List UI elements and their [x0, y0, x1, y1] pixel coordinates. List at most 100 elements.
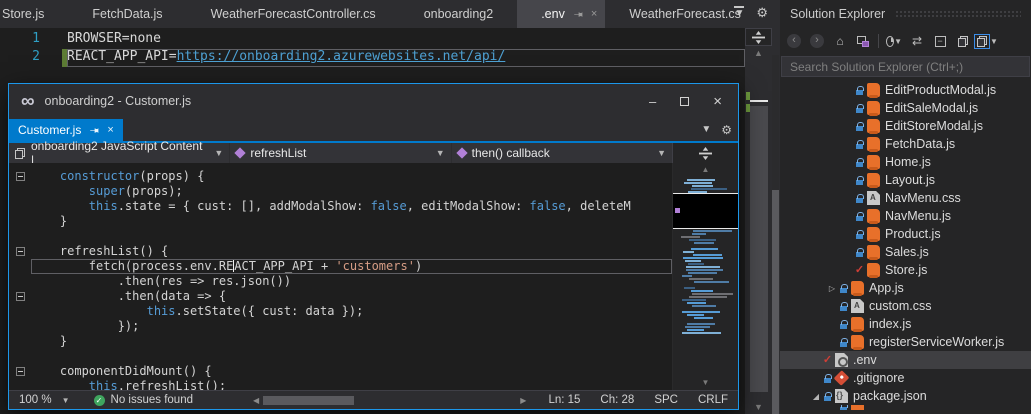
code-line[interactable]: } [9, 214, 672, 229]
panel-title-bar[interactable]: Solution Explorer [780, 0, 1031, 28]
code-line[interactable]: .then(data => { [9, 289, 672, 304]
tab-fetchdata-js[interactable]: FetchData.js [68, 0, 186, 28]
tree-item-app-js[interactable]: ▷ App.js [780, 279, 1031, 297]
expander-expanded-icon[interactable]: ◢ [810, 392, 822, 401]
tree-item-navmenu-js[interactable]: NavMenu.js [780, 207, 1031, 225]
forward-icon[interactable]: › [809, 33, 825, 49]
tree-item-package-json[interactable]: ◢ package.json [780, 387, 1031, 405]
split-window-handle[interactable] [745, 28, 772, 46]
preview-selected-items-icon[interactable]: ▼ [974, 33, 998, 49]
tree-item--env[interactable]: ✓ .env [780, 351, 1031, 369]
code-editor[interactable]: constructor(props) { super(props); this.… [9, 163, 738, 390]
tree-item-sales-js[interactable]: Sales.js [780, 243, 1031, 261]
close-tab-icon[interactable]: × [591, 8, 597, 20]
code-line[interactable]: constructor(props) { [9, 169, 672, 184]
code-line[interactable] [9, 229, 672, 244]
spaces-indicator[interactable]: SPC [644, 394, 688, 406]
close-tab-icon[interactable]: × [107, 124, 113, 136]
tab-weatherforecastcontroller-cs[interactable]: WeatherForecastController.cs [187, 0, 400, 28]
document-list-dropdown-icon[interactable]: ▼ [701, 124, 711, 137]
fold-toggle[interactable] [15, 247, 25, 256]
minimap-viewport[interactable] [673, 193, 738, 229]
tree-item--gitignore[interactable]: .gitignore [780, 369, 1031, 387]
tab-onboarding2[interactable]: onboarding2 [400, 0, 518, 28]
scroll-up-arrow[interactable]: ▲ [745, 46, 772, 60]
tree-item-editproductmodal-js[interactable]: EditProductModal.js [780, 81, 1031, 99]
split-window-handle[interactable] [671, 143, 738, 163]
window-title-bar[interactable]: ∞ onboarding2 - Customer.js – × [9, 84, 738, 118]
document-health-indicator[interactable]: ✓ No issues found [93, 394, 193, 406]
scrollbar-thumb[interactable] [772, 190, 779, 414]
editor-line[interactable]: 1 BROWSER=none [0, 31, 745, 49]
pending-changes-filter-icon[interactable]: ▼ [886, 33, 902, 49]
code-line[interactable]: this.state = { cust: [], addModalShow: f… [9, 199, 672, 214]
search-input[interactable]: Search Solution Explorer (Ctrl+;) [781, 56, 1030, 77]
minimap[interactable]: ▲ ▼ [672, 163, 738, 390]
tree-item-fetchdata-js[interactable]: FetchData.js [780, 135, 1031, 153]
project-scope-dropdown[interactable]: onboarding2 JavaScript Content | ▼ [9, 139, 231, 167]
tree-item-editsalemodal-js[interactable]: EditSaleModal.js [780, 99, 1031, 117]
tree-item-editstoremodal-js[interactable]: EditStoreModal.js [780, 117, 1031, 135]
code-line[interactable]: this.setState({ cust: data }); [9, 304, 672, 319]
sync-with-active-document-icon[interactable]: ⇄ [909, 33, 925, 49]
code-line[interactable] [9, 349, 672, 364]
home-icon[interactable]: ⌂ [832, 33, 848, 49]
fold-toggle[interactable] [15, 367, 25, 376]
document-list-dropdown-icon[interactable]: ▼ [734, 6, 745, 19]
zoom-control[interactable]: 100 % ▼ [9, 394, 80, 406]
tab--env[interactable]: .env × [517, 0, 606, 28]
code-line[interactable]: .then(res => res.json()) [9, 274, 672, 289]
horizontal-scrollbar[interactable]: ◀ ▶ [253, 395, 526, 405]
fold-toggle[interactable] [15, 292, 25, 301]
minimize-button[interactable]: – [649, 94, 656, 109]
line-ending-indicator[interactable]: CRLF [688, 394, 738, 406]
tree-item-store-js[interactable]: ✓ Store.js [780, 261, 1031, 279]
code-line[interactable]: this.refreshList(); [9, 379, 672, 390]
minimap-down-arrow[interactable]: ▼ [673, 378, 738, 387]
collapse-all-icon[interactable]: − [932, 33, 948, 49]
tree-item-product-js[interactable]: Product.js [780, 225, 1031, 243]
tab-customer-js[interactable]: Customer.js × [9, 119, 123, 141]
sub-member-dropdown[interactable]: then() callback ▼ [451, 143, 672, 163]
fold-toggle[interactable] [15, 172, 25, 181]
maximize-button[interactable] [680, 96, 690, 106]
code-line[interactable]: fetch(process.env.REACT_APP_API + 'custo… [9, 259, 672, 274]
tree-item-navmenu-css[interactable]: NavMenu.css [780, 189, 1031, 207]
env-line-1[interactable]: BROWSER=none [67, 31, 745, 49]
tree-item-home-js[interactable]: Home.js [780, 153, 1031, 171]
scrollbar-thumb[interactable] [263, 395, 355, 405]
switch-views-icon[interactable] [855, 33, 871, 49]
env-line-2[interactable]: REACT_APP_API=https://onboarding2.azurew… [67, 49, 745, 67]
show-all-files-icon[interactable] [955, 33, 971, 49]
url-link[interactable]: https://onboarding2.azurewebsites.net/ap… [177, 49, 506, 64]
scrollbar-thumb[interactable] [750, 106, 768, 392]
member-dropdown[interactable]: refreshList ▼ [230, 143, 452, 163]
tree-item-registerserviceworker-js[interactable]: registerServiceWorker.js [780, 333, 1031, 351]
tree-item-clipped[interactable] [780, 405, 1031, 410]
solution-explorer-scrollbar[interactable] [772, 55, 779, 414]
code-line[interactable]: componentDidMount() { [9, 364, 672, 379]
minimap-up-arrow[interactable]: ▲ [673, 165, 738, 174]
code-line[interactable]: refreshList() { [9, 244, 672, 259]
tree-item-index-js[interactable]: index.js [780, 315, 1031, 333]
pin-icon[interactable] [89, 124, 99, 137]
tree-item-custom-css[interactable]: custom.css [780, 297, 1031, 315]
gear-icon[interactable]: ⚙ [721, 124, 732, 137]
close-button[interactable]: × [713, 93, 722, 110]
editor-scrollbar[interactable]: ▲ ▼ [745, 28, 772, 414]
scroll-left-arrow[interactable]: ◀ [253, 396, 259, 405]
editor-line[interactable]: 2 REACT_APP_API=https://onboarding2.azur… [0, 49, 745, 67]
code-area[interactable]: constructor(props) { super(props); this.… [9, 163, 672, 390]
code-line[interactable]: } [9, 334, 672, 349]
expander-collapsed-icon[interactable]: ▷ [826, 284, 838, 293]
back-icon[interactable]: ‹ [786, 33, 802, 49]
tab-store-js[interactable]: Store.js [0, 0, 68, 28]
code-line[interactable]: super(props); [9, 184, 672, 199]
code-line[interactable]: }); [9, 319, 672, 334]
scrollbar-track[interactable] [746, 60, 768, 400]
pin-icon[interactable] [573, 8, 583, 21]
scroll-right-arrow[interactable]: ▶ [520, 396, 526, 405]
gear-icon[interactable]: ⚙ [756, 6, 768, 19]
tree-item-layout-js[interactable]: Layout.js [780, 171, 1031, 189]
scroll-down-arrow[interactable]: ▼ [745, 400, 772, 414]
